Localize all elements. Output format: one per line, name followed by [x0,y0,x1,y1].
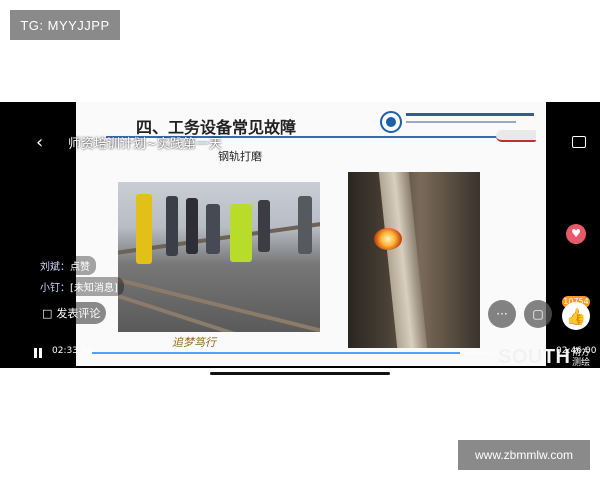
screen-icon: ▢ [532,307,544,321]
chevron-left-icon[interactable]: ‹ [36,132,50,154]
school-emblem-icon [380,111,402,133]
photo-rail-grinding [348,172,480,348]
train-icon [496,130,536,142]
more-button[interactable]: ··· [488,300,516,328]
progress-fill [92,352,460,354]
tg-watermark: TG: MYYJJPP [10,10,120,40]
more-dots-icon: ··· [496,307,508,321]
brand-watermark-cn: 南方测绘 [572,348,591,368]
chat-message: 小钉：[未知消息] [34,277,124,296]
grinding-sparks [374,228,402,250]
rotate-screen-icon[interactable] [572,136,586,148]
slide-subtitle: 钢轨打磨 [218,150,262,163]
chat-text: [未知消息] [70,283,118,294]
chat-username: 小钉： [40,283,70,294]
progress-bar[interactable] [92,352,492,354]
home-indicator[interactable] [210,372,390,375]
comment-icon: □ [42,306,53,320]
video-player[interactable]: 四、工务设备常见故障 钢轨打磨 追梦笃行 ‹ 师资培训计划~实践第一天 ♥ 刘斌… [0,102,600,368]
comment-button-label: 发表评论 [56,307,101,320]
comment-button[interactable]: □ 发表评论 [34,302,106,324]
chat-username: 刘斌： [40,262,70,273]
thumbs-up-icon[interactable]: 👍 [562,302,590,330]
brand-watermark: SOUTH [498,346,571,368]
screen-button[interactable]: ▢ [524,300,552,328]
pause-icon[interactable] [33,348,43,358]
photo-track-workers [118,182,320,332]
video-title: 师资培训计划~实践第一天 [68,137,222,152]
url-watermark: www.zbmmlw.com [458,440,590,470]
current-time: 02:33:56 [52,346,93,356]
chat-text: 点赞 [70,262,90,273]
chat-message: 刘斌：点赞 [34,256,96,275]
gift-icon[interactable]: ♥ [566,224,586,244]
